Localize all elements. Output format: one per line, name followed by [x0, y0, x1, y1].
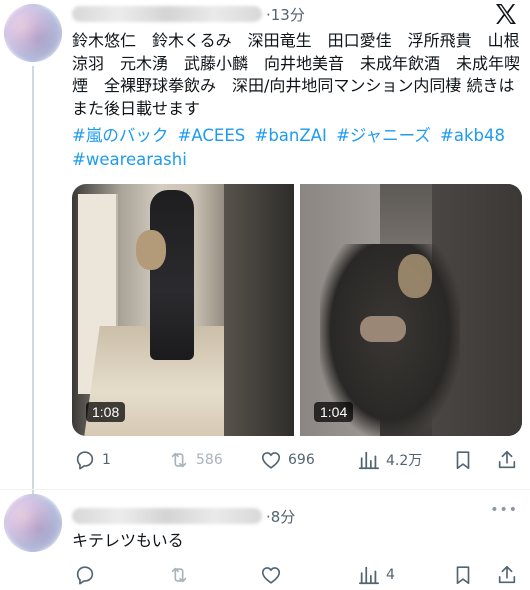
views-count: 4.2万: [386, 453, 423, 469]
share-icon: [498, 450, 516, 469]
reply-button[interactable]: [74, 564, 102, 586]
video-thumbnail[interactable]: 1:08: [72, 184, 294, 436]
video-thumbnail[interactable]: 1:04: [300, 184, 522, 436]
timestamp[interactable]: ·8分: [266, 506, 295, 527]
like-count: 696: [288, 452, 315, 468]
retweet-count: 586: [196, 452, 223, 468]
retweet-button[interactable]: [168, 564, 196, 586]
views-button[interactable]: 4: [358, 564, 395, 586]
action-bar: 1 586 696 4.2万: [72, 447, 522, 473]
more-icon[interactable]: •••: [490, 502, 518, 518]
tweet-header: ·8分: [72, 504, 295, 528]
hashtag-link[interactable]: #嵐のバック: [72, 126, 168, 145]
reply-icon: [76, 566, 94, 585]
hashtag-list: #嵐のバック #ACEES #banZAI #ジャニーズ #akb48 #wea…: [72, 124, 522, 172]
media-grid: 1:08 1:04: [72, 184, 522, 436]
hashtag-link[interactable]: #ACEES: [178, 126, 246, 145]
blurred-username[interactable]: [72, 6, 262, 22]
heart-icon: [261, 567, 281, 584]
views-icon: [358, 451, 380, 470]
views-button[interactable]: 4.2万: [358, 449, 422, 471]
bookmark-icon: [456, 451, 470, 470]
video-scene-hand: [360, 316, 406, 342]
bookmark-button[interactable]: [452, 449, 474, 471]
video-scene-teddy-bear: [136, 230, 166, 270]
avatar[interactable]: [4, 4, 62, 62]
reply-icon: [76, 451, 94, 470]
x-logo-icon: [496, 4, 516, 24]
video-scene-person: [150, 190, 194, 360]
tweet-header: ·13分: [72, 2, 305, 26]
hashtag-link[interactable]: #akb48: [440, 126, 505, 145]
tweet-1[interactable]: ·13分 鈴木悠仁 鈴木くるみ 深田竜生 田口愛佳 浮所飛貴 山根涼羽 元木湧 …: [0, 0, 530, 490]
share-button[interactable]: [496, 449, 518, 471]
retweet-icon: [171, 567, 187, 583]
like-button[interactable]: 696: [260, 449, 315, 471]
tweet-text: 鈴木悠仁 鈴木くるみ 深田竜生 田口愛佳 浮所飛貴 山根涼羽 元木湧 武藤小麟 …: [72, 31, 521, 118]
video-scene-wall: [224, 184, 294, 436]
video-scene-teddy-bear: [398, 254, 432, 298]
tweet-2[interactable]: ·8分 ••• キテレツもいる 4: [0, 490, 530, 590]
reply-button[interactable]: 1: [74, 449, 111, 471]
action-bar: 4: [72, 562, 522, 588]
timestamp[interactable]: ·13分: [266, 4, 305, 25]
blurred-username[interactable]: [72, 508, 262, 524]
video-duration: 1:04: [314, 402, 354, 422]
retweet-button[interactable]: 586: [168, 449, 223, 471]
heart-icon: [261, 452, 281, 469]
hashtag-link[interactable]: #banZAI: [255, 126, 327, 145]
hashtag-link[interactable]: #wearearashi: [72, 150, 187, 169]
reply-count: 1: [102, 452, 111, 468]
tweet-text: キテレツもいる: [72, 531, 184, 550]
hashtag-link[interactable]: #ジャニーズ: [336, 126, 431, 145]
share-button[interactable]: [496, 564, 518, 586]
video-duration: 1:08: [86, 402, 126, 422]
avatar[interactable]: [4, 494, 62, 552]
views-icon: [358, 566, 380, 585]
retweet-icon: [171, 452, 187, 468]
bookmark-icon: [456, 566, 470, 585]
like-button[interactable]: [260, 564, 288, 586]
views-count: 4: [386, 567, 395, 583]
bookmark-button[interactable]: [452, 564, 474, 586]
share-icon: [498, 565, 516, 584]
